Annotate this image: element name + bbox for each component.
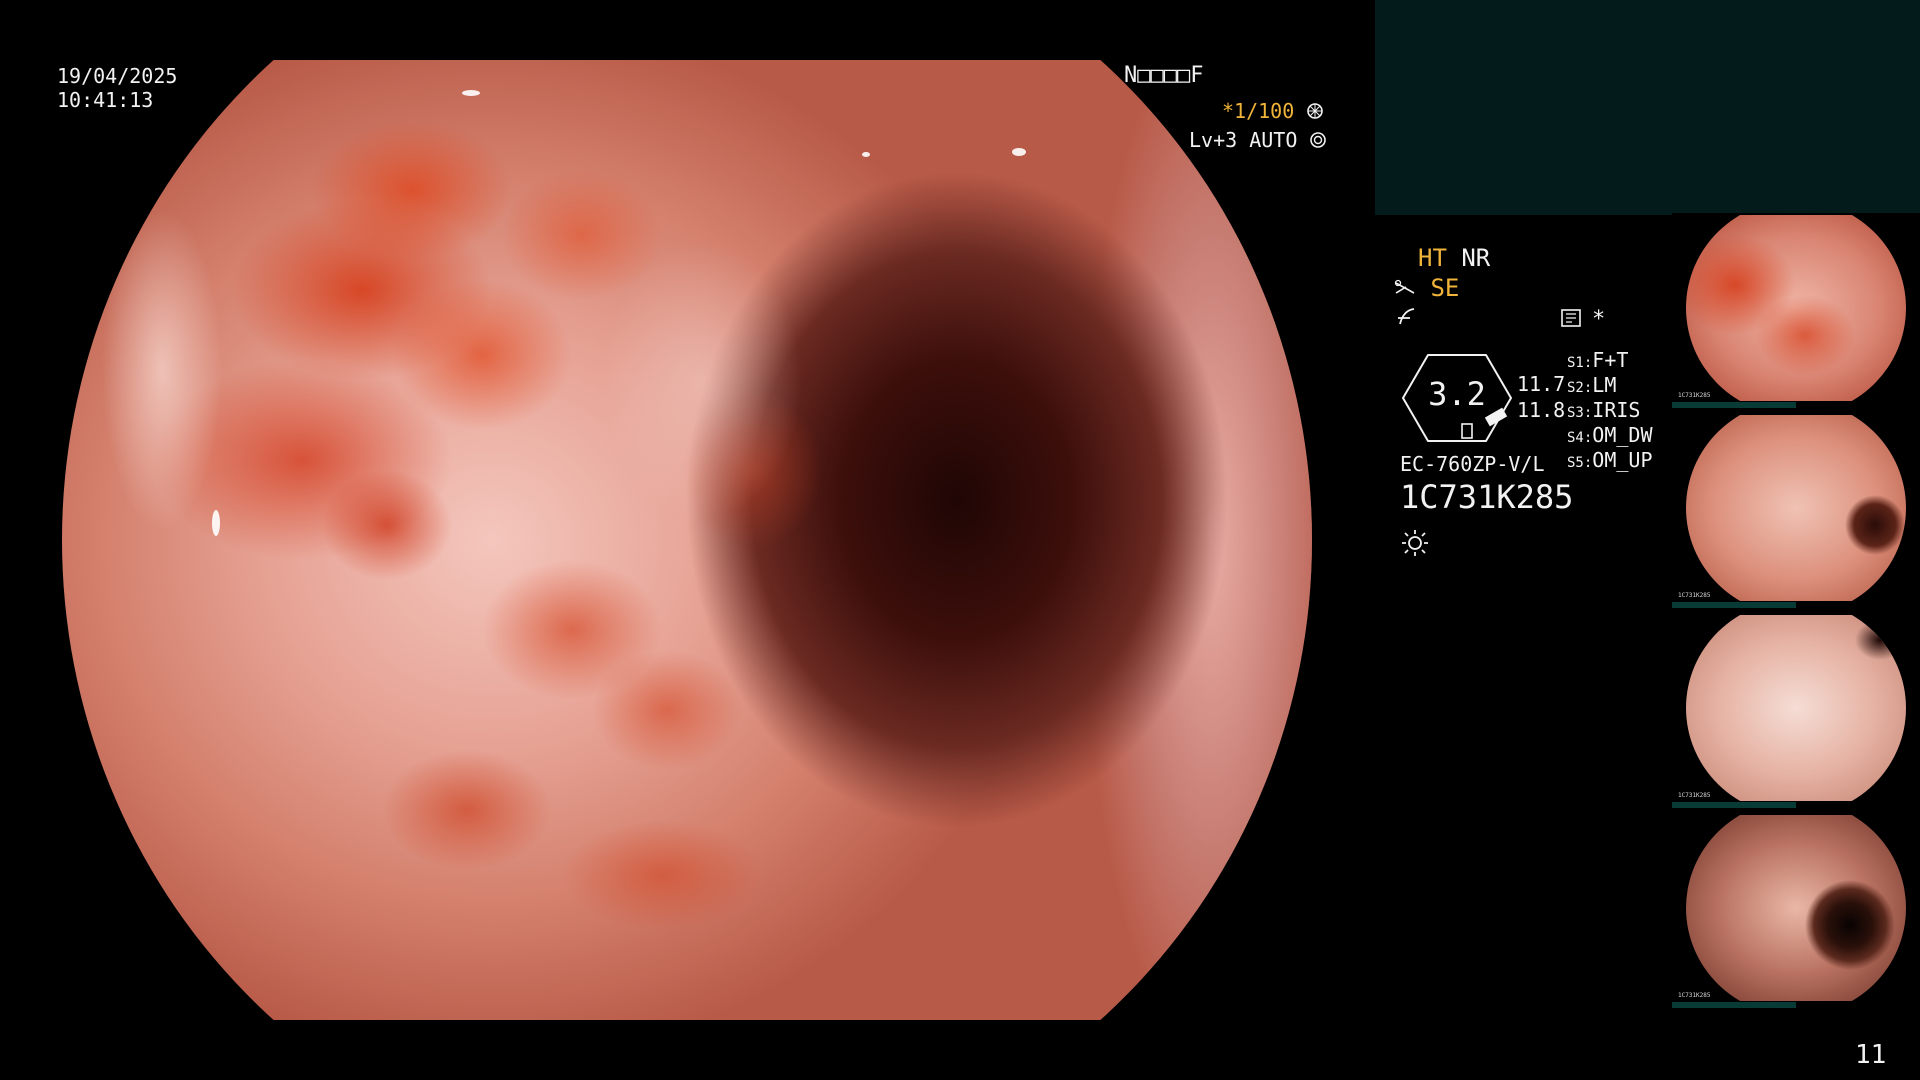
nr-label: NR — [1461, 244, 1491, 272]
time-label: 10:41:13 — [57, 88, 154, 112]
scope-value-2: 11.8 — [1517, 398, 1566, 422]
scope-serial-label: 1C731K285 — [1400, 478, 1574, 516]
thumbnail-bar — [1672, 802, 1796, 808]
curve-icon — [1396, 306, 1418, 332]
switch-list: S1:F+T S2:LM S3:IRIS S4:OM_DW S5:OM_UP — [1567, 348, 1653, 473]
thumbnail-label: 1C731K285 — [1678, 792, 1711, 799]
thumbnail-3[interactable]: 1C731K285 — [1672, 613, 1920, 808]
endoscope-main-view — [62, 60, 1312, 1020]
se-label: SE — [1430, 274, 1460, 302]
shutter-label: *1/100 — [1222, 99, 1295, 123]
thumbnail-4[interactable]: 1C731K285 — [1672, 813, 1920, 1008]
ht-label: HT — [1418, 244, 1447, 272]
scope-value-1: 11.7 — [1517, 372, 1566, 396]
info-panel — [1375, 0, 1920, 215]
page-number: 11 — [1855, 1040, 1887, 1070]
level-row: Lv+3 AUTO — [1189, 128, 1327, 154]
asterisk-label: * — [1592, 307, 1606, 332]
thumbnail-label: 1C731K285 — [1678, 592, 1711, 599]
gauge-value: 3.2 — [1428, 375, 1486, 413]
scissors-icon — [1394, 275, 1416, 303]
iris-icon — [1309, 130, 1327, 154]
thumbnail-2[interactable]: 1C731K285 — [1672, 413, 1920, 608]
ht-nr-row: HT NR — [1418, 244, 1490, 272]
scope-gauge: 3.2 — [1400, 352, 1514, 444]
se-row: SE — [1394, 274, 1459, 303]
thumbnail-label: 1C731K285 — [1678, 992, 1711, 999]
thumbnail-bar — [1672, 602, 1796, 608]
lamp-icon — [1400, 528, 1430, 562]
thumbnail-label: 1C731K285 — [1678, 392, 1711, 399]
iris-mode-label: AUTO — [1249, 128, 1298, 152]
scope-model-label: EC-760ZP-V/L — [1400, 452, 1545, 476]
switch-row: S5:OM_UP — [1567, 448, 1653, 472]
thumbnail-bar — [1672, 402, 1796, 408]
shutter-icon — [1306, 101, 1324, 125]
switch-row: S2:LM — [1567, 373, 1617, 397]
thumbnail-bar — [1672, 1002, 1796, 1008]
switch-row: S1:F+T — [1567, 348, 1629, 372]
shutter-row: *1/100 — [1222, 99, 1324, 125]
switch-row: S4:OM_DW — [1567, 423, 1653, 447]
date-label: 19/04/2025 — [57, 64, 178, 88]
memory-card-icon — [1560, 308, 1582, 332]
switch-row: S3:IRIS — [1567, 398, 1641, 422]
mode-code-label: N□□□□F — [1124, 63, 1204, 88]
level-label: Lv+3 — [1189, 128, 1238, 152]
thumbnail-1[interactable]: 1C731K285 — [1672, 213, 1920, 408]
